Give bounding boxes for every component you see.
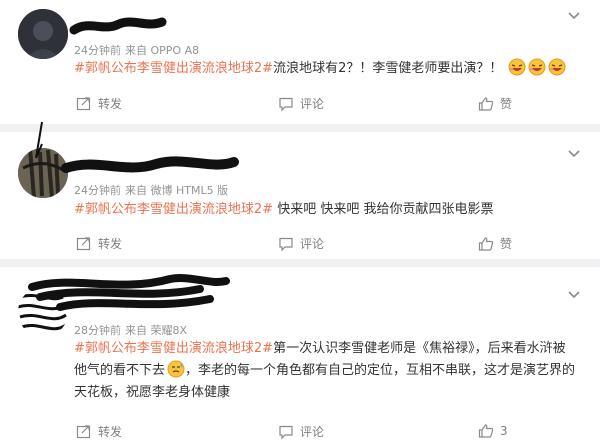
post-text: #郭帆公布李雪健出演流浪地球2#流浪地球有2？！李雪健老师要出演？！ <box>74 58 574 80</box>
post-source: 来自 OPPO A8 <box>125 44 200 57</box>
thumbs-up-icon <box>478 424 494 438</box>
repost-button[interactable]: 转发 <box>76 95 122 112</box>
post-meta: 24分钟前 来自 微博 HTML5 版 <box>74 182 232 198</box>
comment-icon <box>279 237 293 251</box>
post-source: 来自 微博 HTML5 版 <box>125 184 229 197</box>
post-body: 流浪地球有2？！李雪健老师要出演？！ <box>273 61 503 76</box>
avatar-scribble <box>35 121 43 159</box>
topic-link[interactable]: #郭帆公布李雪健出演流浪地球2# <box>74 341 273 356</box>
comment-button[interactable]: 评论 <box>278 423 324 440</box>
post-card: 28分钟前 来自 荣耀8X #郭帆公布李雪健出演流浪地球2#第一次认识李雪健老师是… <box>0 267 600 441</box>
comment-label: 评论 <box>300 425 325 439</box>
like-button[interactable]: 赞 <box>478 95 512 112</box>
comment-button[interactable]: 评论 <box>278 95 324 112</box>
repost-label: 转发 <box>98 97 123 111</box>
like-button[interactable]: 3 <box>478 423 508 439</box>
repost-button[interactable]: 转发 <box>76 235 122 252</box>
laugh-emoji <box>508 58 526 76</box>
repost-button[interactable]: 转发 <box>76 423 122 440</box>
comment-icon <box>279 425 293 439</box>
like-label: 赞 <box>500 97 513 111</box>
post-card: 24分钟前 来自 OPPO A8 #郭帆公布李雪健出演流浪地球2#流浪地球有2？！… <box>0 0 600 124</box>
post-source: 来自 荣耀8X <box>125 324 188 337</box>
repost-label: 转发 <box>98 237 123 251</box>
like-button[interactable]: 赞 <box>478 235 512 252</box>
repost-label: 转发 <box>98 425 123 439</box>
repost-icon <box>76 96 91 110</box>
topic-link[interactable]: #郭帆公布李雪健出演流浪地球2# <box>74 61 273 76</box>
post-time: 24分钟前 <box>74 44 121 57</box>
comment-label: 评论 <box>300 97 325 111</box>
username-redacted <box>28 274 230 311</box>
laugh-emoji <box>528 58 546 76</box>
post-text: #郭帆公布李雪健出演流浪地球2#第一次认识李雪健老师是《焦裕禄》，后来看水浒被他… <box>74 338 578 404</box>
comment-button[interactable]: 评论 <box>278 235 324 252</box>
chevron-down-icon[interactable] <box>568 150 580 158</box>
post-card: 24分钟前 来自 微博 HTML5 版 #郭帆公布李雪健出演流浪地球2# 快来吧 … <box>0 121 600 259</box>
post-text: #郭帆公布李雪健出演流浪地球2# 快来吧 快来吧 我给你贡献四张电影票 <box>74 199 574 221</box>
post-meta: 28分钟前 来自 荣耀8X <box>74 322 191 338</box>
repost-icon <box>76 424 91 438</box>
username-redacted <box>61 156 239 173</box>
like-count: 3 <box>500 424 508 438</box>
laugh-emoji <box>548 58 566 76</box>
username-redacted <box>69 17 167 35</box>
avatar[interactable] <box>18 9 68 59</box>
topic-link[interactable]: #郭帆公布李雪健出演流浪地球2# <box>74 202 273 217</box>
post-time: 24分钟前 <box>74 184 121 197</box>
thumbs-up-icon <box>478 96 494 111</box>
post-meta: 24分钟前 来自 OPPO A8 <box>74 42 203 58</box>
chevron-down-icon[interactable] <box>568 291 580 299</box>
comment-icon <box>279 97 293 111</box>
repost-icon <box>76 236 91 250</box>
post-time: 28分钟前 <box>74 324 121 337</box>
thumbs-up-icon <box>478 236 494 251</box>
sweat-emoji <box>167 360 185 378</box>
chevron-down-icon[interactable] <box>568 12 580 20</box>
comment-label: 评论 <box>300 237 325 251</box>
like-label: 赞 <box>500 237 513 251</box>
post-body: 快来吧 快来吧 我给你贡献四张电影票 <box>273 202 494 217</box>
